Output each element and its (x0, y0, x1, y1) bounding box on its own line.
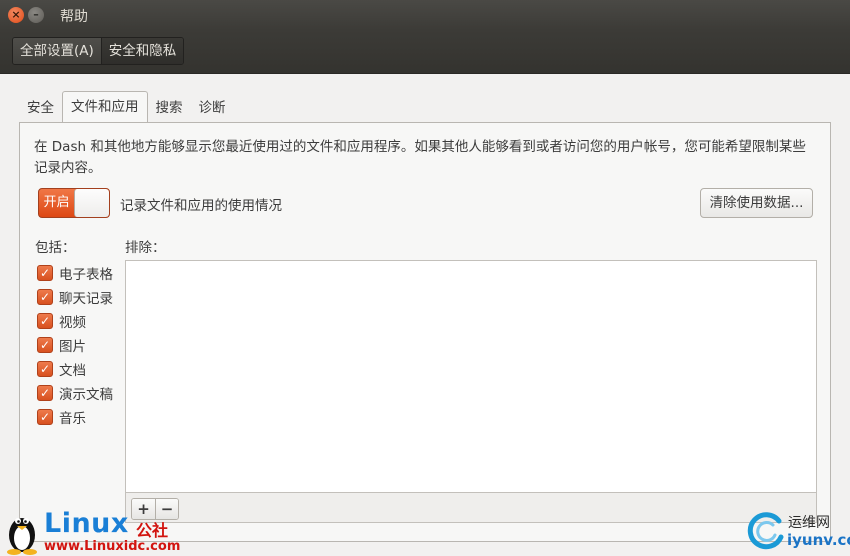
breadcrumb: 全部设置(A) 安全和隐私 (12, 37, 185, 65)
linuxidc-url-text: www.Linuxidc.com (44, 539, 181, 554)
checkbox-checked-icon[interactable]: ✓ (37, 337, 53, 353)
include-item-spreadsheets[interactable]: ✓ 电子表格 (37, 261, 113, 285)
tab-search[interactable]: 搜索 (148, 96, 191, 122)
record-usage-label: 记录文件和应用的使用情况 (120, 198, 282, 214)
include-item-presentations[interactable]: ✓ 演示文稿 (37, 381, 113, 405)
iyunv-logo-icon (747, 512, 784, 550)
checkbox-checked-icon[interactable]: ✓ (37, 385, 53, 401)
record-usage-switch[interactable]: 开启 (38, 188, 110, 218)
include-item-label: 文档 (59, 363, 86, 379)
iyunv-brand-cn-text: 运维网 (788, 515, 830, 531)
checkbox-checked-icon[interactable]: ✓ (37, 361, 53, 377)
include-item-documents[interactable]: ✓ 文档 (37, 357, 113, 381)
include-heading: 包括： (35, 240, 76, 256)
exclude-heading: 排除： (125, 240, 166, 256)
switch-on-label: 开启 (43, 195, 70, 210)
checkbox-checked-icon[interactable]: ✓ (37, 289, 53, 305)
include-item-music[interactable]: ✓ 音乐 (37, 405, 113, 429)
iyunv-domain-text: iyunv.com (787, 531, 850, 549)
switch-knob[interactable] (74, 189, 109, 217)
include-item-label: 演示文稿 (59, 387, 113, 403)
tab-diagnostics[interactable]: 诊断 (191, 96, 234, 122)
linux-brand-cn-text: 公社 (136, 521, 169, 540)
breadcrumb-security-privacy[interactable]: 安全和隐私 (100, 38, 184, 64)
tux-penguin-icon (7, 518, 37, 555)
minimize-window-button[interactable]: – (28, 7, 44, 23)
iyunv-watermark: 运维网 iyunv.com (745, 509, 850, 553)
exclude-list[interactable] (125, 260, 817, 493)
include-item-label: 聊天记录 (59, 291, 113, 307)
include-item-label: 音乐 (59, 411, 86, 427)
checkbox-checked-icon[interactable]: ✓ (37, 265, 53, 281)
linuxidc-watermark: Linux 公社 www.Linuxidc.com (4, 505, 194, 555)
include-list: ✓ 电子表格 ✓ 聊天记录 ✓ 视频 ✓ 图片 ✓ 文档 ✓ 演示文稿 ✓ 音乐 (37, 261, 113, 429)
description-text: 在 Dash 和其他地方能够显示您最近使用过的文件和应用程序。如果其他人能够看到… (34, 139, 806, 176)
close-window-button[interactable]: × (8, 7, 24, 23)
toolbar: 全部设置(A) 安全和隐私 (0, 30, 850, 74)
include-item-label: 电子表格 (59, 267, 113, 283)
checkbox-checked-icon[interactable]: ✓ (37, 409, 53, 425)
include-item-label: 图片 (59, 339, 86, 355)
linux-brand-text: Linux (44, 508, 129, 539)
include-item-chat-logs[interactable]: ✓ 聊天记录 (37, 285, 113, 309)
include-item-videos[interactable]: ✓ 视频 (37, 309, 113, 333)
tab-bar: 安全 文件和应用 搜索 诊断 (19, 91, 234, 122)
clear-usage-data-button[interactable]: 清除使用数据... (700, 188, 813, 218)
tab-security[interactable]: 安全 (19, 96, 62, 122)
checkbox-checked-icon[interactable]: ✓ (37, 313, 53, 329)
include-item-label: 视频 (59, 315, 86, 331)
tab-page-files-apps: 在 Dash 和其他地方能够显示您最近使用过的文件和应用程序。如果其他人能够看到… (19, 122, 831, 542)
breadcrumb-all-settings[interactable]: 全部设置(A) (13, 38, 101, 64)
tab-files-apps[interactable]: 文件和应用 (62, 91, 148, 122)
title-bar: × – 帮助 (0, 0, 850, 30)
exclude-list-toolbar: + − (125, 493, 817, 523)
window-title: 帮助 (60, 9, 88, 25)
include-item-pictures[interactable]: ✓ 图片 (37, 333, 113, 357)
